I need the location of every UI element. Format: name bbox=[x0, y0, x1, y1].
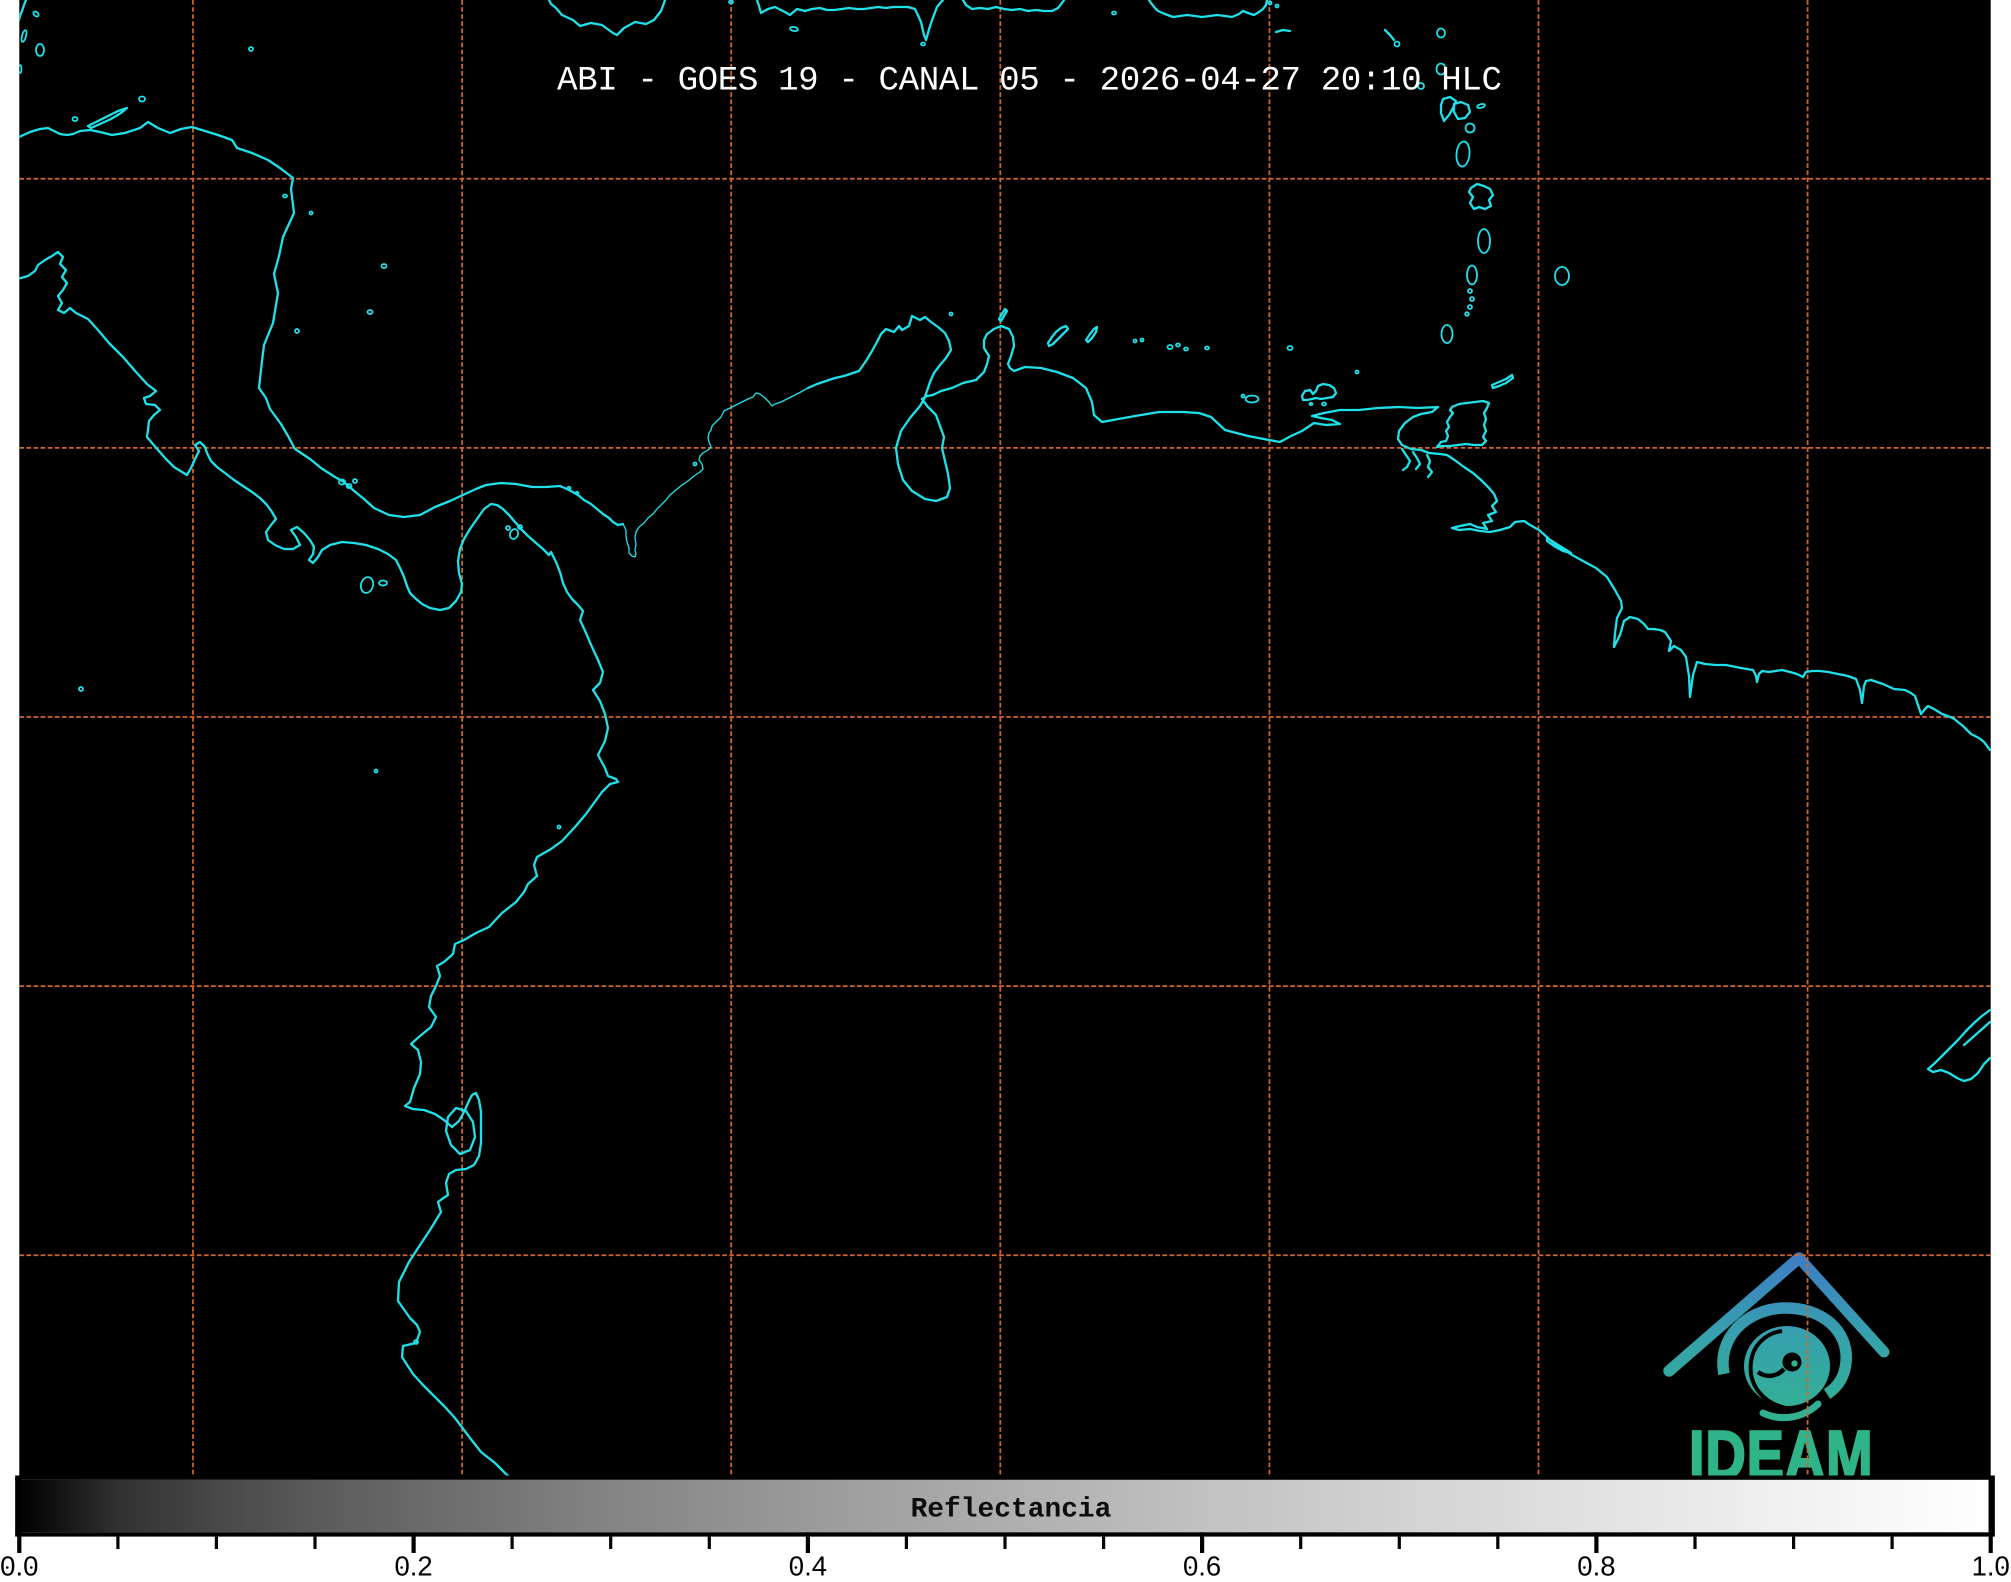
svg-text:1.0: 1.0 bbox=[1972, 1551, 2010, 1578]
svg-text:Reflectancia: Reflectancia bbox=[911, 1495, 1112, 1526]
svg-text:0.6: 0.6 bbox=[1183, 1551, 1221, 1578]
svg-text:0.8: 0.8 bbox=[1577, 1551, 1615, 1578]
svg-text:0.2: 0.2 bbox=[394, 1551, 432, 1578]
svg-text:0.0: 0.0 bbox=[0, 1551, 38, 1578]
svg-text:ABI - GOES 19 - CANAL 05 - 202: ABI - GOES 19 - CANAL 05 - 2026-04-27 20… bbox=[557, 63, 1502, 101]
svg-text:0.4: 0.4 bbox=[789, 1551, 827, 1578]
